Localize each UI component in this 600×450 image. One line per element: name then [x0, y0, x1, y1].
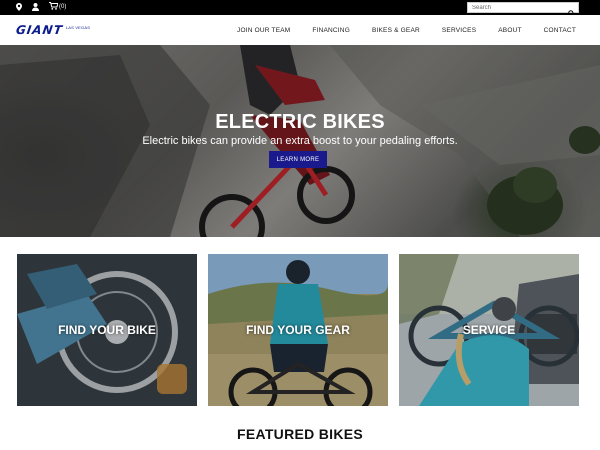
search-box: [467, 2, 579, 18]
nav-bikes-gear[interactable]: BIKES & GEAR: [372, 27, 420, 34]
cart-link[interactable]: (0): [49, 2, 66, 12]
site-header: GIANT LAS VEGAS JOIN OUR TEAM FINANCING …: [0, 15, 600, 45]
nav-services[interactable]: SERVICES: [442, 27, 476, 34]
nav-financing[interactable]: FINANCING: [312, 27, 350, 34]
cart-count: (0): [59, 4, 67, 10]
utility-bar: (0): [0, 0, 600, 18]
nav-about[interactable]: ABOUT: [498, 27, 521, 34]
hero-subtitle: Electric bikes can provide an extra boos…: [142, 135, 458, 147]
location-pin-icon[interactable]: [16, 3, 22, 11]
hero-banner: ELECTRIC BIKES Electric bikes can provid…: [0, 45, 600, 237]
logo-location: LAS VEGAS: [65, 25, 91, 30]
tile-label-service: SERVICE: [462, 323, 516, 337]
main-nav: JOIN OUR TEAM FINANCING BIKES & GEAR SER…: [237, 15, 576, 45]
nav-join-our-team[interactable]: JOIN OUR TEAM: [237, 27, 290, 34]
tile-service[interactable]: SERVICE: [399, 254, 579, 406]
tile-label-find-your-gear: FIND YOUR GEAR: [246, 323, 350, 337]
giant-logo[interactable]: GIANT LAS VEGAS: [15, 23, 91, 37]
cart-icon: [49, 2, 59, 12]
logo-brand: GIANT: [15, 23, 64, 37]
utility-icons: (0): [16, 2, 66, 12]
tile-label-find-your-bike: FIND YOUR BIKE: [58, 323, 156, 337]
featured-bikes-heading: FEATURED BIKES: [236, 426, 364, 442]
search-input[interactable]: [468, 3, 564, 12]
hero-title: ELECTRIC BIKES: [215, 111, 385, 133]
user-account-icon[interactable]: [32, 3, 39, 11]
tile-find-your-gear[interactable]: FIND YOUR GEAR: [208, 254, 388, 406]
tile-find-your-bike[interactable]: FIND YOUR BIKE: [17, 254, 197, 406]
learn-more-button[interactable]: LEARN MORE: [269, 151, 327, 168]
nav-contact[interactable]: CONTACT: [544, 27, 576, 34]
